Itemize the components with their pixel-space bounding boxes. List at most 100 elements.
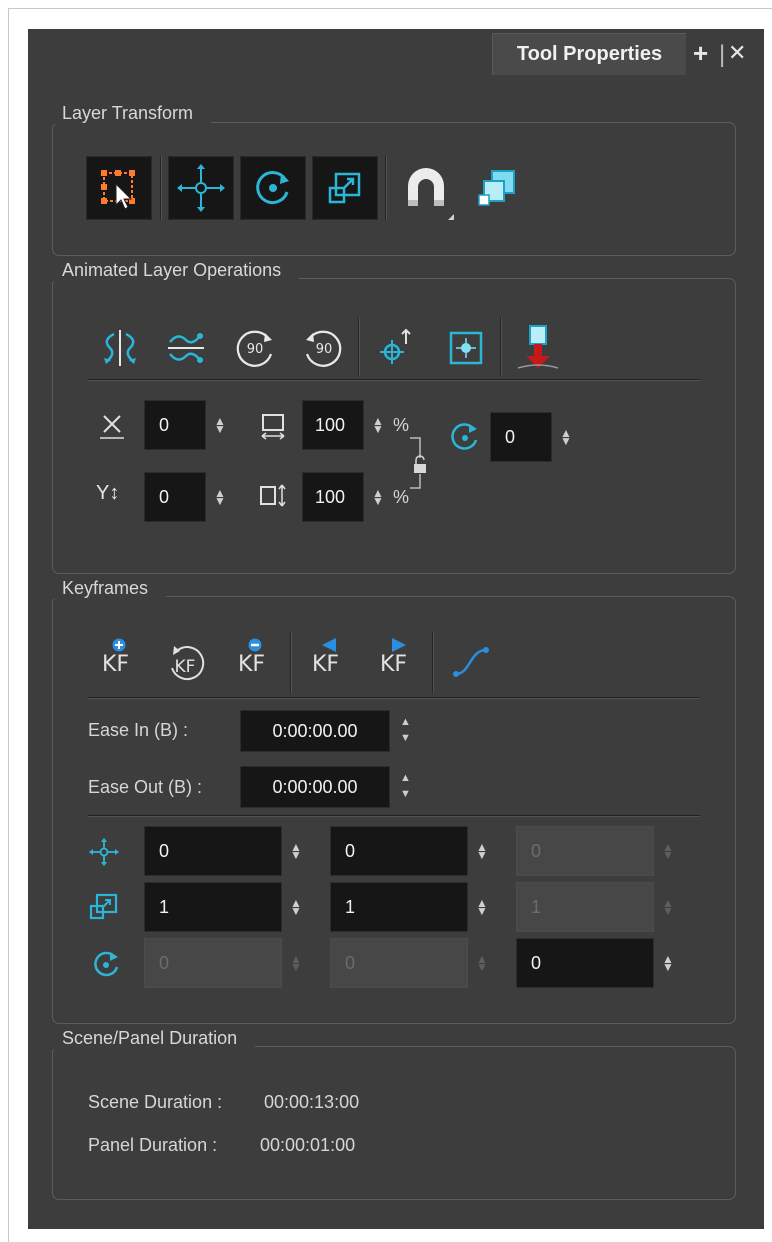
lock-ratio-toggle[interactable] (406, 436, 426, 492)
kf-scale-y-stepper[interactable]: ▲ ▼ (476, 897, 488, 917)
y-position-icon: Y↕ (96, 482, 120, 504)
scale-row-icon (88, 892, 120, 922)
panel-duration-value: 00:00:01:00 (260, 1135, 356, 1155)
kf-translate-z-input: 0 (516, 826, 654, 876)
kf-translate-y-input[interactable]: 0 (330, 826, 468, 876)
width-icon (258, 412, 288, 440)
section-divider (88, 379, 700, 381)
ease-in-input[interactable]: 0:00:00.00 (240, 710, 390, 752)
rotate-90-cw-icon: 90 (236, 330, 273, 367)
kf-rotate-z-stepper[interactable]: ▲ ▼ (662, 953, 674, 973)
kf-translate-y-stepper[interactable]: ▲ ▼ (476, 841, 488, 861)
ease-curve-icon (453, 647, 489, 677)
svg-text:KF: KF (175, 657, 196, 677)
angle-input[interactable]: 0 (490, 412, 552, 462)
snap-magnet-button[interactable] (398, 160, 460, 224)
ease-out-label: Ease Out (B) : (88, 777, 203, 797)
flip-horizontal-button[interactable] (96, 324, 144, 372)
width-stepper[interactable]: ▲ ▼ (372, 415, 384, 435)
ease-in-label: Ease In (B) : (88, 720, 189, 740)
panel-duration-label: Panel Duration : (88, 1135, 218, 1155)
x-position-input[interactable]: 0 (144, 400, 206, 450)
y-position-input[interactable]: 0 (144, 472, 206, 522)
svg-text:90: 90 (316, 342, 333, 357)
x-position-stepper[interactable]: ▲ ▼ (214, 415, 226, 435)
scale-button[interactable] (312, 156, 378, 220)
height-input[interactable]: 100 (302, 472, 364, 522)
flip-horizontal-icon (104, 330, 136, 366)
scene-duration-label: Scene Duration : (88, 1092, 223, 1112)
toolbar-separator (432, 632, 434, 694)
transform-selection-button[interactable] (86, 156, 152, 220)
next-keyframe-button[interactable]: KF (380, 638, 416, 686)
ease-in-stepper[interactable]: ▲ ▼ (400, 714, 411, 746)
reset-transform-icon (449, 331, 483, 365)
kf-rotate-y-input: 0 (330, 938, 468, 988)
add-keyframe-icon (112, 638, 126, 652)
reset-keyframe-icon: KF (171, 646, 205, 681)
translate-row-icon (88, 838, 120, 866)
translate-icon (177, 164, 225, 212)
translate-button[interactable] (168, 156, 234, 220)
angle-icon (448, 420, 482, 454)
tab-title: Tool Properties (516, 43, 663, 65)
center-on-pivot-button[interactable] (372, 324, 420, 372)
toolbar-separator (160, 156, 162, 220)
scene-panel-duration-title: Scene/Panel Duration (52, 1027, 256, 1049)
x-position-icon (98, 412, 126, 442)
bake-down-button[interactable] (514, 322, 562, 374)
rotate-icon (256, 171, 289, 205)
kf-scale-z-stepper: ▲ ▼ (662, 896, 674, 918)
animated-layer-operations-title: Animated Layer Operations (52, 259, 300, 281)
kf-scale-x-input[interactable]: 1 (144, 882, 282, 932)
kf-label: KF (102, 652, 130, 677)
svg-text:90: 90 (247, 342, 264, 357)
height-stepper[interactable]: ▲ ▼ (372, 487, 384, 507)
scene-panel-duration-group (52, 1046, 736, 1200)
ease-out-input[interactable]: 0:00:00.00 (240, 766, 390, 808)
keyframes-title: Keyframes (52, 577, 167, 599)
kf-rotate-x-stepper: ▲ ▼ (290, 952, 302, 974)
ease-out-stepper[interactable]: ▲ ▼ (400, 770, 411, 802)
rotate-90-cw-button[interactable]: 90 (230, 324, 280, 372)
add-keyframe-button[interactable]: KF (102, 638, 138, 686)
layer-bounding-box-button[interactable] (476, 165, 522, 213)
magnet-icon (408, 168, 454, 220)
toolbar-separator (385, 156, 387, 220)
rotate-row-icon (90, 948, 122, 980)
close-panel-button[interactable]: ✕ (728, 40, 746, 66)
kf-translate-z-stepper: ▲ ▼ (662, 840, 674, 862)
kf-label: KF (238, 652, 266, 677)
angle-stepper[interactable]: ▲ ▼ (560, 427, 572, 447)
kf-translate-x-input[interactable]: 0 (144, 826, 282, 876)
remove-keyframe-button[interactable]: KF (238, 638, 274, 686)
kf-rotate-z-input[interactable]: 0 (516, 938, 654, 988)
width-input[interactable]: 100 (302, 400, 364, 450)
previous-keyframe-button[interactable]: KF (312, 638, 348, 686)
kf-scale-x-stepper[interactable]: ▲ ▼ (290, 897, 302, 917)
reset-transform-button[interactable] (442, 324, 490, 372)
next-keyframe-icon (392, 638, 406, 652)
kf-scale-y-input[interactable]: 1 (330, 882, 468, 932)
lock-icon (410, 437, 426, 489)
add-panel-button[interactable]: + (693, 38, 708, 69)
reset-keyframe-button[interactable]: KF (164, 642, 208, 686)
toolbar-separator (358, 318, 360, 376)
rotate-90-ccw-icon: 90 (305, 330, 342, 367)
kf-rotate-y-stepper: ▲ ▼ (476, 952, 488, 974)
kf-scale-z-input: 1 (516, 882, 654, 932)
rotate-button[interactable] (240, 156, 306, 220)
kf-label: KF (380, 652, 408, 677)
remove-keyframe-icon (248, 638, 262, 652)
scene-duration-value: 00:00:13:00 (264, 1092, 360, 1112)
layer-bounding-box-icon (478, 170, 515, 206)
toolbar-separator (500, 318, 502, 376)
width-unit: % (393, 415, 410, 435)
transform-selection-icon (101, 170, 135, 210)
flip-vertical-button[interactable] (162, 324, 210, 372)
kf-translate-x-stepper[interactable]: ▲ ▼ (290, 841, 302, 861)
tab-tool-properties[interactable]: Tool Properties (492, 33, 686, 75)
ease-curve-button[interactable] (450, 640, 494, 684)
y-position-stepper[interactable]: ▲ ▼ (214, 487, 226, 507)
rotate-90-ccw-button[interactable]: 90 (298, 324, 348, 372)
